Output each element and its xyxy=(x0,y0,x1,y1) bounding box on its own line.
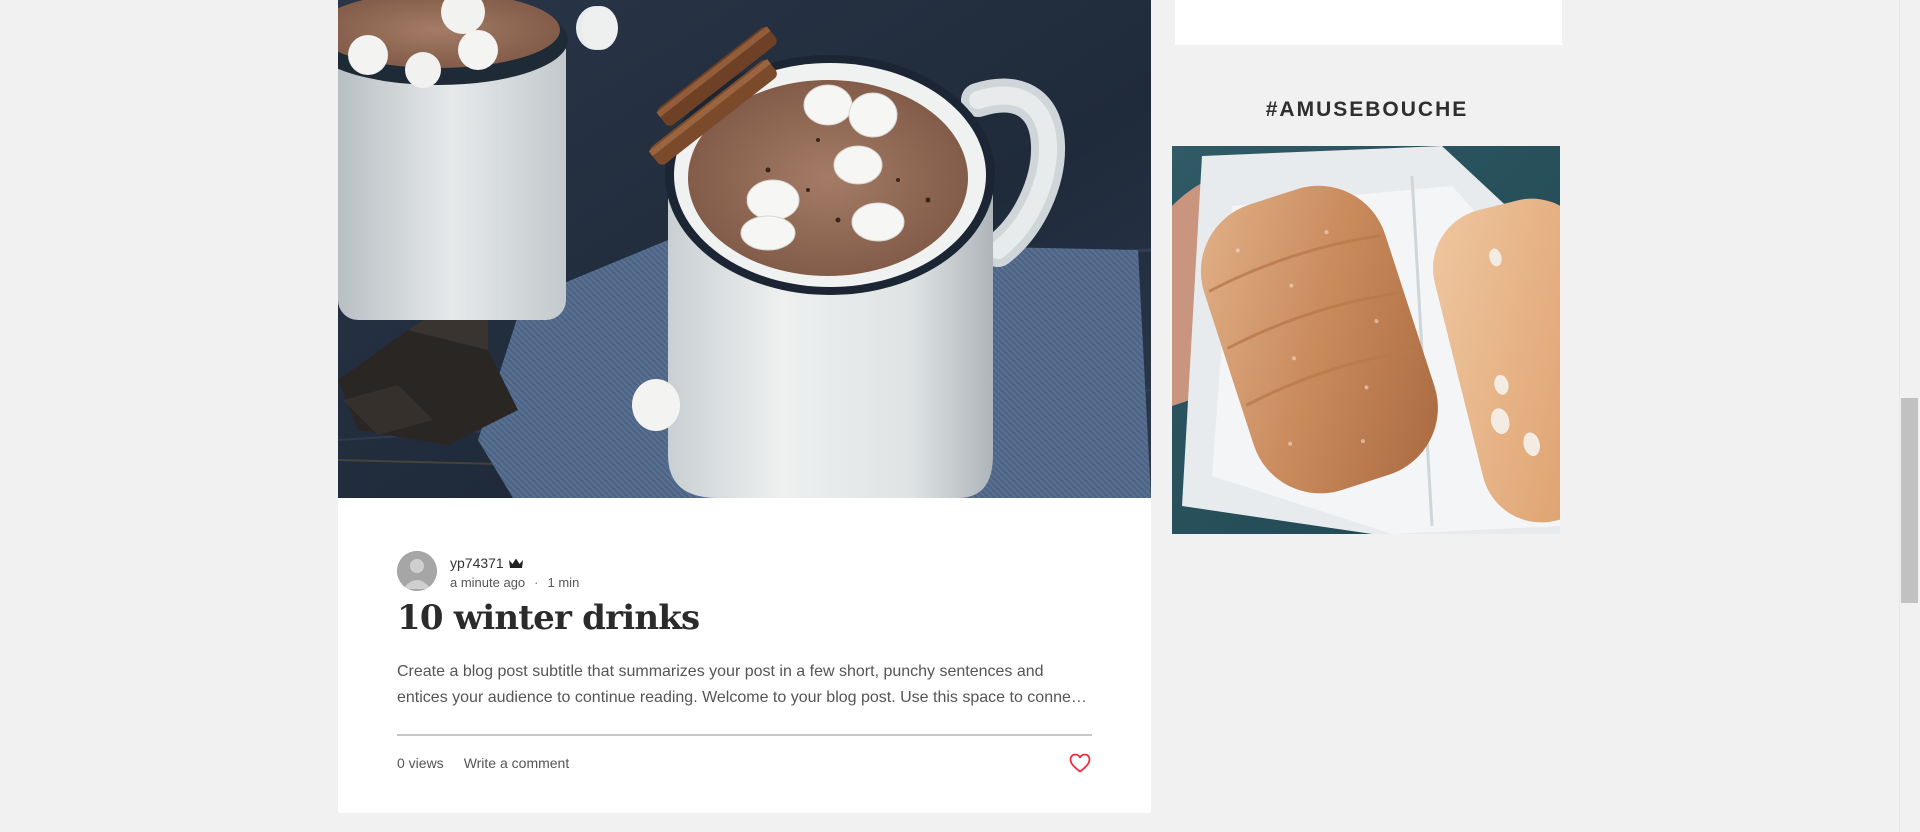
author-name[interactable]: yp74371 xyxy=(450,555,504,571)
post-footer: 0 views Write a comment xyxy=(397,752,1092,774)
like-button[interactable] xyxy=(1068,752,1092,774)
author-meta: yp74371 a minute ago · 1 min xyxy=(450,550,579,592)
post-card[interactable]: yp74371 a minute ago · 1 min 10 winter d… xyxy=(338,0,1151,813)
scrollbar-thumb[interactable] xyxy=(1901,398,1918,603)
sidebar-instagram-image[interactable] xyxy=(1172,146,1560,534)
post-body: yp74371 a minute ago · 1 min 10 winter d… xyxy=(397,550,1092,774)
author-name-line: yp74371 xyxy=(450,553,579,573)
divider xyxy=(397,734,1092,736)
sidebar-widget xyxy=(1175,0,1562,45)
post-title[interactable]: 10 winter drinks xyxy=(397,596,1092,640)
views-count: 0 views xyxy=(397,755,444,771)
heart-outline-icon xyxy=(1069,753,1091,773)
post-cover-image[interactable] xyxy=(338,0,1151,498)
post-meta: a minute ago · 1 min xyxy=(450,575,579,590)
publish-time: a minute ago xyxy=(450,574,526,590)
crown-icon xyxy=(508,558,523,568)
write-comment-link[interactable]: Write a comment xyxy=(464,755,570,771)
sidebar-heading: #AMUSEBOUCHE xyxy=(1265,98,1469,121)
user-silhouette-icon[interactable] xyxy=(397,551,437,591)
post-excerpt[interactable]: Create a blog post subtitle that summari… xyxy=(397,659,1092,711)
meta-separator: · xyxy=(534,574,539,590)
read-time: 1 min xyxy=(547,574,580,590)
blog-page: yp74371 a minute ago · 1 min 10 winter d… xyxy=(0,0,1920,832)
author-row: yp74371 a minute ago · 1 min xyxy=(397,550,1092,592)
